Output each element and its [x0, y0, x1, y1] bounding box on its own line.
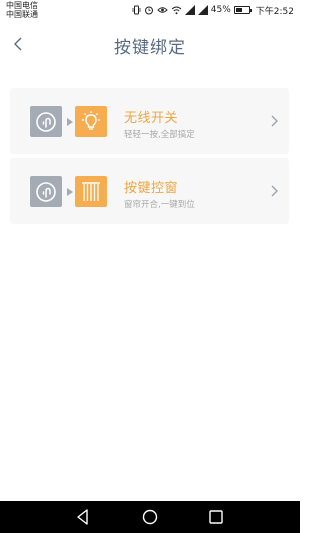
eye-icon	[157, 7, 168, 13]
card-subtitle: 轻轻一按,全部搞定	[124, 130, 195, 140]
battery-icon	[233, 6, 252, 14]
lightbulb-icon	[75, 106, 107, 137]
carrier-info: 中国电信 中国联通	[6, 1, 38, 19]
navigation-bar	[0, 501, 300, 533]
chevron-right-icon	[271, 185, 278, 197]
alarm-icon	[144, 6, 153, 15]
battery-percent: 45%	[210, 5, 231, 15]
status-icons: 45% 下午2:52	[132, 4, 294, 17]
arrow-right-icon	[67, 188, 73, 196]
arrow-right-icon	[67, 118, 73, 126]
card-subtitle: 窗帘开合,一键到位	[124, 200, 195, 210]
wifi-icon	[171, 6, 182, 15]
chevron-right-icon	[271, 115, 278, 127]
card-title: 按键控窗	[124, 181, 179, 196]
nav-recent-apps-icon[interactable]	[207, 508, 225, 526]
page-title: 按键绑定	[114, 38, 186, 58]
signal-icon-2	[197, 5, 208, 15]
status-bar: 中国电信 中国联通 45% 下午2:52	[0, 0, 300, 20]
wireless-switch-card[interactable]: 无线开关 轻轻一按,全部搞定	[10, 88, 289, 154]
signal-icon-1	[184, 5, 195, 15]
window-control-card[interactable]: 按键控窗 窗帘开合,一键到位	[10, 158, 289, 224]
vibrate-icon	[132, 5, 141, 15]
button-remote-icon	[30, 106, 62, 137]
header: 按键绑定	[0, 20, 300, 68]
card-title: 无线开关	[124, 111, 179, 126]
carrier-1: 中国电信	[6, 1, 38, 10]
button-remote-icon	[30, 176, 62, 207]
carrier-2: 中国联通	[6, 10, 38, 19]
curtain-icon	[75, 176, 107, 207]
nav-home-icon[interactable]	[141, 508, 159, 526]
nav-back-icon[interactable]	[74, 508, 92, 526]
status-time: 下午2:52	[255, 6, 294, 17]
